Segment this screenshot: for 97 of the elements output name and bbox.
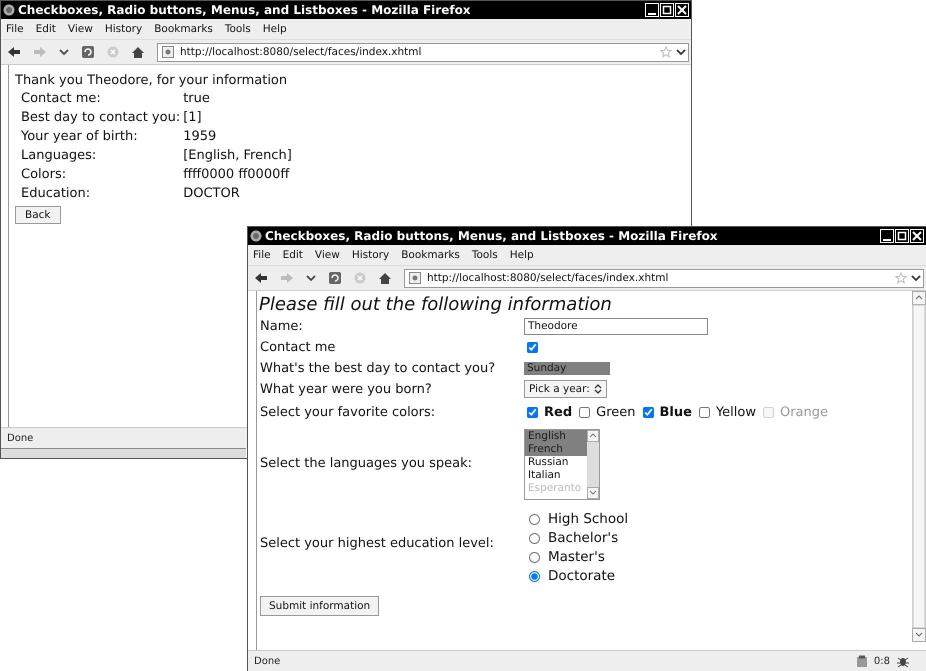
list-option[interactable]: Sunday [524, 362, 610, 374]
form-title: Please fill out the following information [259, 294, 613, 316]
list-option[interactable]: English [525, 430, 587, 443]
clipboard-icon[interactable] [856, 654, 868, 668]
radio-label: Master's [548, 549, 605, 565]
page-icon[interactable] [409, 272, 421, 284]
menu-item[interactable]: History [352, 249, 390, 261]
checkbox[interactable] [698, 407, 710, 418]
back-arrow-icon[interactable] [7, 46, 21, 58]
field-value: ffff0000 ff0000ff [183, 166, 291, 183]
address-bar[interactable]: http://localhost:8080/select/faces/index.xhtml [157, 42, 689, 62]
checkbox-label: Orange [780, 405, 828, 420]
field-label: Select your highest education level: [260, 536, 495, 551]
field-label: Languages: [21, 147, 98, 164]
field-label: Your year of birth: [21, 128, 139, 145]
window-title: Checkboxes, Radio buttons, Menus, and Listboxes - Mozilla Firefox [18, 3, 472, 17]
up-down-arrows-icon[interactable] [594, 384, 602, 394]
checkbox-label: Yellow [716, 405, 756, 420]
close-icon[interactable] [675, 3, 689, 17]
radio-button[interactable] [529, 570, 540, 582]
field-label: Select the languages you speak: [260, 456, 474, 471]
menu-item[interactable]: File [253, 249, 271, 261]
star-icon[interactable] [895, 272, 907, 284]
close-icon[interactable] [910, 229, 924, 243]
dropdown-text: Pick a year: [529, 383, 590, 395]
field-value: [English, French] [183, 147, 292, 164]
maximize-icon[interactable] [895, 229, 909, 243]
vertical-scrollbar[interactable] [912, 291, 926, 642]
field-label: Contact me [260, 340, 336, 354]
menu-item[interactable]: Tools [472, 249, 498, 261]
heading-text: Thank you Theodore, for your information [15, 73, 288, 88]
field-label: Colors: [21, 166, 68, 183]
chevron-down-icon[interactable] [306, 274, 316, 282]
maximize-icon[interactable] [660, 3, 674, 17]
radio-label: Bachelor's [548, 530, 618, 546]
list-option[interactable]: Russian [525, 456, 587, 469]
window-title: Checkboxes, Radio buttons, Menus, and Listboxes - Mozilla Firefox [265, 229, 719, 243]
status-text: Done [7, 432, 34, 444]
field-label: What's the best day to contact you? [260, 360, 496, 376]
field-label: What year were you born? [260, 382, 433, 396]
back-button[interactable]: Back [15, 206, 60, 224]
reload-icon[interactable] [81, 45, 95, 59]
checkbox-label: Red [544, 405, 572, 420]
chevron-down-icon[interactable] [59, 48, 69, 56]
menu-item[interactable]: Bookmarks [401, 249, 460, 261]
home-icon[interactable] [131, 46, 145, 58]
menu-item[interactable]: View [68, 23, 93, 35]
list-option[interactable]: French [525, 443, 587, 456]
scrollbar-drawing[interactable] [587, 430, 599, 499]
field-value: DOCTOR [183, 185, 241, 202]
menu-item[interactable]: Bookmarks [154, 23, 213, 35]
field-label: Education: [21, 185, 92, 202]
field-label: Select your favorite colors: [260, 405, 436, 420]
menu-item[interactable]: Help [262, 23, 287, 35]
bug-icon[interactable] [896, 654, 910, 668]
menu-item[interactable]: History [104, 23, 142, 35]
address-bar[interactable]: http://localhost:8080/select/faces/index.xhtml [404, 268, 924, 288]
submit-button[interactable]: Submit information [260, 596, 380, 616]
radio-button[interactable] [529, 552, 540, 562]
field-value: 1959 [183, 128, 218, 145]
radio-label: Doctorate [548, 568, 616, 584]
field-label: Best day to contact you: [21, 109, 180, 126]
checkbox[interactable] [642, 407, 654, 418]
browser-icon[interactable] [250, 230, 262, 242]
star-icon[interactable] [660, 46, 672, 58]
reload-icon[interactable] [328, 271, 342, 285]
radio-button[interactable] [529, 532, 540, 544]
status-time: 0:8 [874, 656, 890, 666]
menu-item[interactable]: Edit [36, 23, 56, 35]
list-option[interactable]: Italian [525, 469, 587, 482]
menu-item[interactable]: File [6, 23, 24, 35]
checkbox[interactable] [579, 407, 590, 418]
checkbox[interactable] [527, 407, 538, 418]
field-label: Contact me: [21, 90, 102, 107]
back-arrow-icon[interactable] [254, 272, 268, 284]
radio-label: High School [548, 511, 628, 527]
home-icon[interactable] [378, 272, 392, 284]
radio-button[interactable] [529, 514, 540, 524]
url-text: http://localhost:8080/select/faces/index.xhtml [180, 46, 422, 58]
checkbox-label: Green [596, 405, 636, 420]
name-field[interactable]: Theodore [524, 318, 708, 334]
year-dropdown[interactable]: Pick a year: [524, 380, 607, 398]
menu-item[interactable]: Edit [282, 249, 303, 261]
menu-item[interactable]: View [314, 249, 340, 261]
field-value: [1] [183, 109, 203, 126]
minimize-icon[interactable] [645, 3, 659, 17]
checkbox[interactable] [527, 342, 538, 352]
checkbox-label: Blue [660, 405, 692, 420]
url-text: http://localhost:8080/select/faces/index.xhtml [427, 272, 670, 284]
page-icon[interactable] [162, 46, 174, 58]
field-value: true [183, 90, 211, 107]
browser-icon[interactable] [3, 4, 15, 16]
status-text: Done [254, 656, 280, 666]
menu-item[interactable]: Tools [224, 23, 251, 35]
minimize-icon[interactable] [880, 229, 894, 243]
field-label: Name: [260, 318, 304, 334]
menu-item[interactable]: Help [510, 249, 534, 261]
